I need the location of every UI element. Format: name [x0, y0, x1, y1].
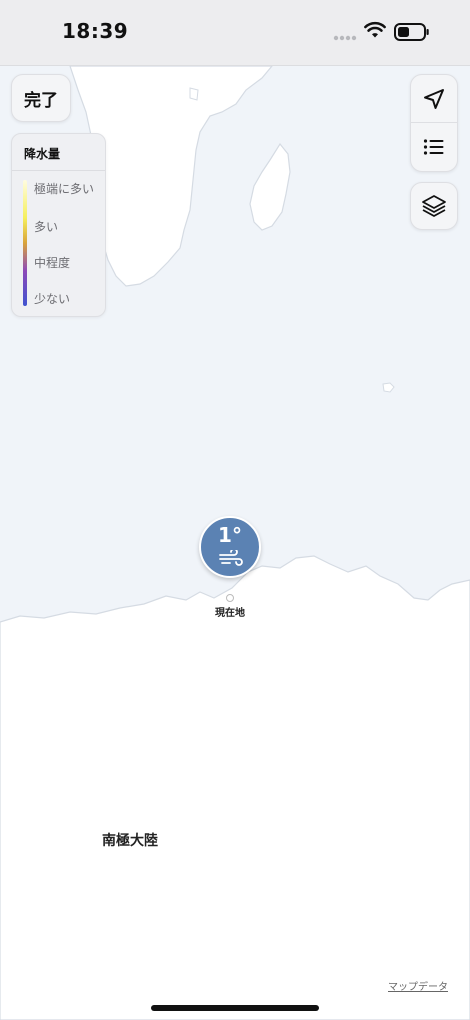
current-location-button[interactable]	[411, 75, 457, 123]
legend-level-heavy: 多い	[34, 220, 59, 234]
legend-color-scale	[23, 180, 27, 306]
home-indicator[interactable]	[151, 1005, 319, 1011]
cellular-signal-icon	[333, 35, 357, 41]
location-dot	[226, 594, 234, 602]
layers-icon	[422, 195, 446, 217]
battery-icon	[394, 23, 429, 41]
precipitation-legend: 降水量 極端に多い 多い 中程度 少ない	[11, 133, 106, 317]
wind-icon	[219, 550, 243, 566]
status-bar: 18:39	[0, 0, 470, 66]
region-label: 南極大陸	[102, 833, 158, 849]
status-time: 18:39	[62, 19, 129, 43]
current-location-pin[interactable]: 1°	[199, 516, 261, 578]
pin-temperature: 1°	[218, 523, 242, 547]
location-arrow-icon	[424, 88, 444, 109]
legend-level-extreme: 極端に多い	[34, 182, 95, 196]
wifi-icon	[364, 21, 386, 38]
current-location-label: 現在地	[215, 608, 245, 619]
location-list-button[interactable]	[411, 123, 457, 171]
legend-level-moderate: 中程度	[34, 256, 71, 270]
map-controls	[410, 74, 458, 172]
legend-level-light: 少ない	[34, 292, 71, 306]
legend-divider	[12, 170, 105, 171]
small-island-2	[189, 87, 199, 101]
done-button[interactable]: 完了	[11, 74, 71, 122]
layers-button[interactable]	[410, 182, 458, 230]
legend-title: 降水量	[24, 147, 61, 161]
map-data-link[interactable]: マップデータ	[388, 978, 448, 993]
antarctica-landmass	[0, 555, 470, 1020]
list-icon	[423, 139, 444, 155]
